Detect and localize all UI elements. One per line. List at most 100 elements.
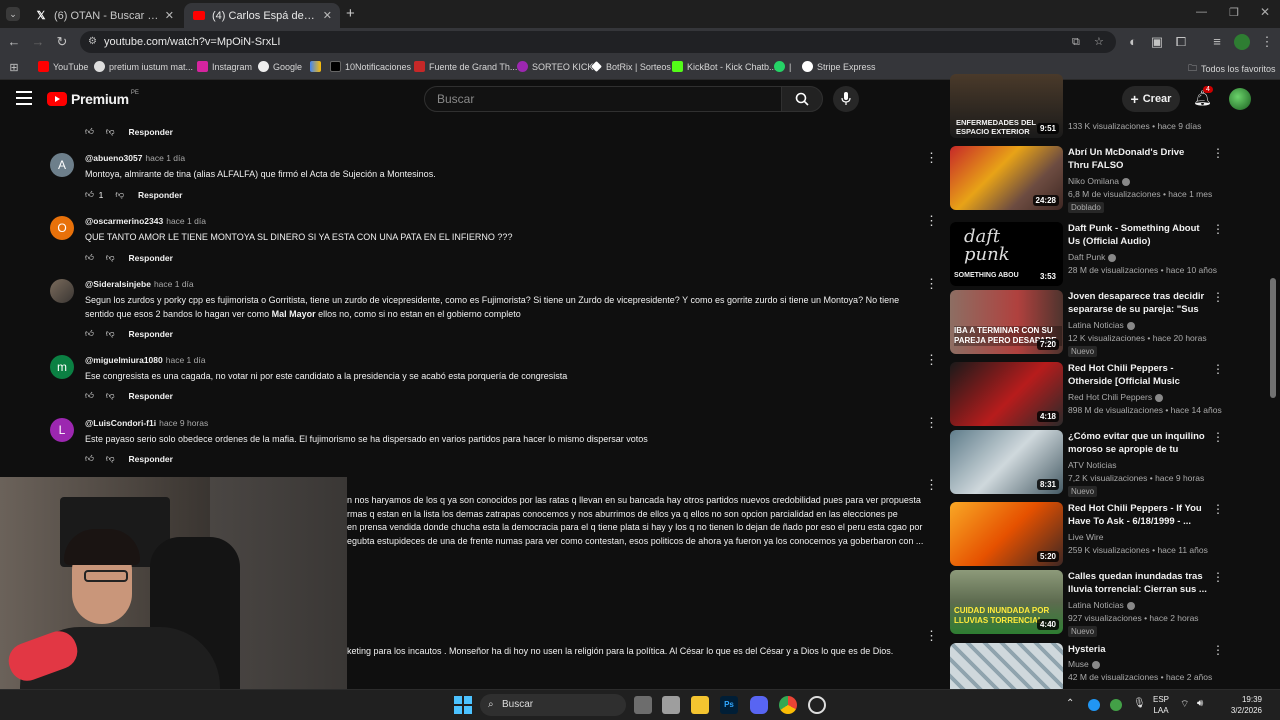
- reply-button[interactable]: Responder: [138, 190, 182, 200]
- dislike-button[interactable]: 👎︎: [115, 189, 124, 200]
- comment-time[interactable]: hace 9 horas: [159, 418, 208, 428]
- minimize-icon[interactable]: —: [1196, 6, 1207, 18]
- file-explorer-icon[interactable]: [691, 696, 709, 714]
- taskbar-search[interactable]: ⌕ Buscar: [480, 694, 626, 716]
- recommended-video[interactable]: ENFERMEDADES DEL ESPACIO EXTERIOR 9:51 1…: [950, 74, 1230, 138]
- forward-icon[interactable]: →: [30, 34, 46, 50]
- create-button[interactable]: + Crear: [1122, 86, 1180, 112]
- bookmark-sorteo-kick[interactable]: SORTEO KICK: [517, 61, 593, 72]
- tray-mic-icon[interactable]: 🎙︎: [1133, 698, 1146, 709]
- voice-search-button[interactable]: [833, 86, 859, 112]
- comment-time[interactable]: hace 1 día: [145, 153, 185, 163]
- like-button[interactable]: 👍︎: [85, 328, 94, 339]
- dislike-button[interactable]: 👎︎: [106, 252, 115, 263]
- language-indicator[interactable]: ESP LAA: [1153, 694, 1169, 716]
- new-tab-button[interactable]: +: [346, 5, 355, 22]
- reply-button[interactable]: Responder: [129, 253, 173, 263]
- all-bookmarks[interactable]: 🗀 Todos los favoritos: [1188, 61, 1276, 77]
- video-menu-icon[interactable]: ⋮: [1212, 222, 1224, 236]
- video-menu-icon[interactable]: ⋮: [1212, 290, 1224, 304]
- recommended-video[interactable]: CUIDAD INUNDADA POR LLUVIAS TORRENCIAL 4…: [950, 570, 1230, 637]
- recommended-video[interactable]: 5:20 Red Hot Chili Peppers - If You Have…: [950, 502, 1230, 568]
- site-info-icon[interactable]: ⚙: [88, 31, 97, 53]
- comment-menu-icon[interactable]: ⋮: [925, 478, 938, 491]
- avatar[interactable]: A: [50, 153, 74, 177]
- recommended-video[interactable]: 24:28 Abrí Un McDonald's Drive Thru FALS…: [950, 146, 1230, 213]
- close-window-icon[interactable]: ✕: [1260, 5, 1270, 19]
- comment-author[interactable]: @abueno3057: [85, 153, 142, 163]
- address-bar[interactable]: ⚙ youtube.com/watch?v=MpOiN-SrxLI ⧉ ☆: [80, 31, 1116, 53]
- search-button[interactable]: [781, 86, 823, 112]
- bookmark-fuente-gta[interactable]: Fuente de Grand Th...: [414, 61, 517, 72]
- bookmark-star-icon[interactable]: ☆: [1094, 31, 1104, 53]
- bookmark-google[interactable]: Google: [258, 61, 302, 72]
- back-icon[interactable]: ←: [6, 34, 22, 50]
- comment-time[interactable]: hace 1 día: [154, 279, 194, 289]
- tab-search-chevron-icon[interactable]: ⌄: [6, 7, 20, 21]
- dislike-button[interactable]: 👎︎: [106, 390, 115, 401]
- extension-icon[interactable]: ◐: [1125, 34, 1141, 50]
- menu-icon[interactable]: ⋮: [1259, 34, 1275, 50]
- avatar[interactable]: O: [50, 216, 74, 240]
- reply-button[interactable]: Responder: [129, 329, 173, 339]
- video-menu-icon[interactable]: ⋮: [1212, 146, 1224, 160]
- restore-icon[interactable]: ❐: [1229, 6, 1239, 19]
- like-button[interactable]: 👍︎: [85, 390, 94, 401]
- comment-menu-icon[interactable]: ⋮: [925, 353, 938, 366]
- bookmark-whatsapp[interactable]: |: [774, 61, 791, 72]
- reply-button[interactable]: Responder: [129, 127, 173, 137]
- recommended-video[interactable]: Hysteria Muse 42 M de visualizaciones • …: [950, 643, 1230, 689]
- scrollbar-thumb[interactable]: [1270, 278, 1276, 398]
- puzzle-icon[interactable]: ⧠: [1173, 34, 1189, 50]
- page-scrollbar[interactable]: [1270, 118, 1276, 689]
- bookmark-botrix[interactable]: BotRix | Sorteos: [591, 61, 671, 72]
- like-button[interactable]: 👍︎: [85, 126, 94, 137]
- extension-icon-2[interactable]: ▣: [1149, 34, 1165, 50]
- comment-author[interactable]: @oscarmerino2343: [85, 216, 163, 226]
- video-menu-icon[interactable]: ⋮: [1212, 643, 1224, 657]
- like-button[interactable]: 👍︎: [85, 453, 94, 464]
- reading-list-icon[interactable]: ≡: [1209, 34, 1225, 50]
- bookmark-stripe[interactable]: Stripe Express: [802, 61, 876, 72]
- profile-avatar[interactable]: [1234, 34, 1250, 50]
- app-icon[interactable]: [662, 696, 680, 714]
- like-button[interactable]: 👍︎: [85, 252, 94, 263]
- reply-button[interactable]: Responder: [129, 391, 173, 401]
- clock[interactable]: 19:39 3/2/2026: [1222, 694, 1262, 716]
- reply-button[interactable]: Responder: [129, 454, 173, 464]
- volume-icon[interactable]: 🔊︎: [1197, 698, 1203, 709]
- photoshop-icon[interactable]: Ps: [720, 696, 738, 714]
- comment-author[interactable]: @miguelmiura1080: [85, 355, 163, 365]
- dislike-button[interactable]: 👎︎: [106, 126, 115, 137]
- comment-menu-icon[interactable]: ⋮: [925, 214, 938, 227]
- video-menu-icon[interactable]: ⋮: [1212, 502, 1224, 516]
- video-thumbnail[interactable]: 8:31: [950, 430, 1063, 494]
- video-menu-icon[interactable]: ⋮: [1212, 570, 1224, 584]
- recommended-video[interactable]: daft punk SOMETHING ABOU 3:53 Daft Punk -…: [950, 222, 1230, 288]
- comment-time[interactable]: hace 1 día: [166, 216, 206, 226]
- avatar[interactable]: L: [50, 418, 74, 442]
- recommended-video[interactable]: 4:18 Red Hot Chili Peppers - Otherside […: [950, 362, 1230, 428]
- tray-icon[interactable]: [1088, 699, 1100, 711]
- video-thumbnail[interactable]: ENFERMEDADES DEL ESPACIO EXTERIOR 9:51: [950, 74, 1063, 138]
- like-button[interactable]: 👍︎ 1: [85, 189, 103, 200]
- task-view-icon[interactable]: [634, 696, 652, 714]
- wifi-icon[interactable]: ⌔: [1180, 698, 1189, 711]
- youtube-logo[interactable]: Premium PE: [47, 90, 139, 107]
- tab-otan[interactable]: 𝕏 (6) OTAN - Buscar / X ✕: [26, 3, 182, 28]
- notifications-bell-icon[interactable]: 🔔︎ 4: [1193, 86, 1213, 107]
- avatar[interactable]: [50, 279, 74, 303]
- video-menu-icon[interactable]: ⋮: [1212, 430, 1224, 444]
- discord-icon[interactable]: [750, 696, 768, 714]
- video-thumbnail[interactable]: 5:20: [950, 502, 1063, 566]
- install-icon[interactable]: ⧉: [1072, 31, 1080, 53]
- tray-chevron-icon[interactable]: ⌃: [1066, 698, 1074, 709]
- avatar[interactable]: m: [50, 355, 74, 379]
- bookmark-multicolor[interactable]: [310, 61, 325, 72]
- hamburger-menu-icon[interactable]: [16, 91, 32, 105]
- bookmark-kickbot[interactable]: KickBot - Kick Chatb...: [672, 61, 777, 72]
- recommended-video[interactable]: 8:31 ¿Cómo evitar que un inquilino moros…: [950, 430, 1230, 497]
- comment-author[interactable]: @LuisCondori-f1i: [85, 418, 156, 428]
- video-thumbnail[interactable]: daft punk SOMETHING ABOU 3:53: [950, 222, 1063, 286]
- comment-menu-icon[interactable]: ⋮: [925, 277, 938, 290]
